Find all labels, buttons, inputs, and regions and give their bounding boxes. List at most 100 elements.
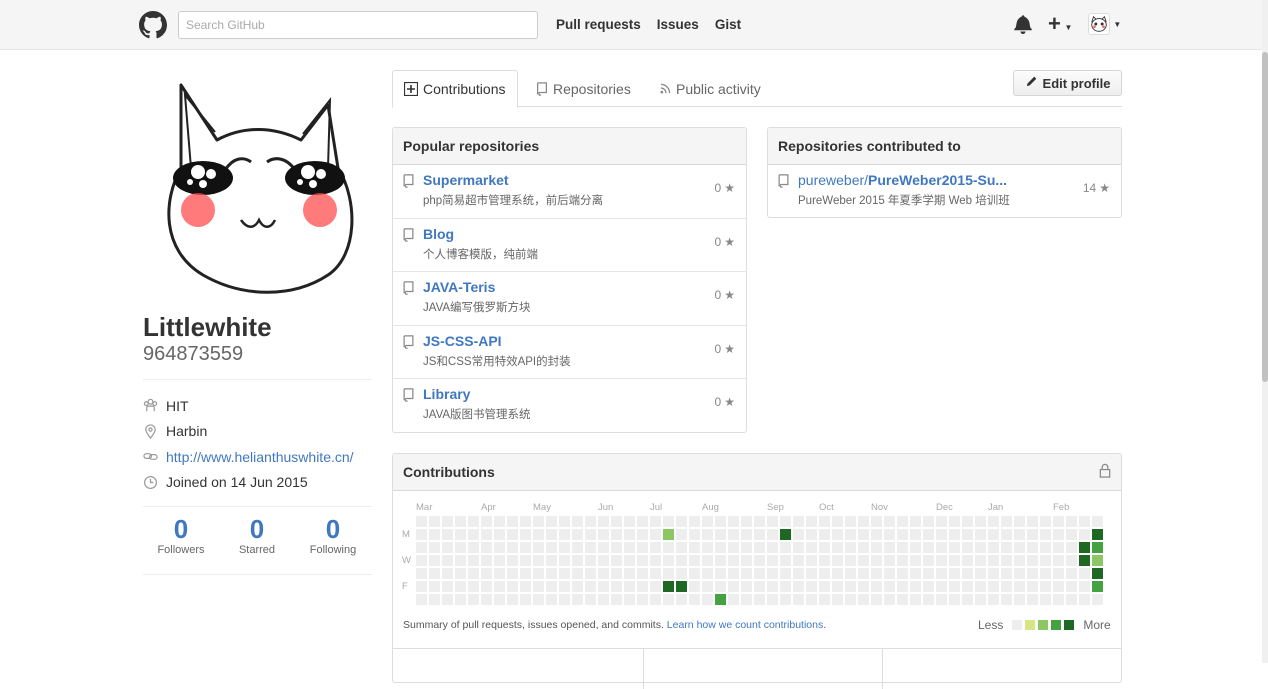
calendar-day-cell[interactable] xyxy=(1053,529,1064,540)
calendar-day-cell[interactable] xyxy=(728,516,739,527)
repo-name-link[interactable]: Library xyxy=(423,386,736,402)
calendar-day-cell[interactable] xyxy=(806,529,817,540)
calendar-day-cell[interactable] xyxy=(494,568,505,579)
calendar-day-cell[interactable] xyxy=(572,555,583,566)
calendar-day-cell[interactable] xyxy=(832,529,843,540)
calendar-day-cell[interactable] xyxy=(533,542,544,553)
calendar-day-cell[interactable] xyxy=(572,516,583,527)
calendar-day-cell[interactable] xyxy=(923,529,934,540)
calendar-day-cell[interactable] xyxy=(520,594,531,605)
calendar-day-cell[interactable] xyxy=(494,555,505,566)
calendar-day-cell[interactable] xyxy=(832,555,843,566)
calendar-day-cell[interactable] xyxy=(1053,516,1064,527)
calendar-day-cell[interactable] xyxy=(832,594,843,605)
calendar-day-cell[interactable] xyxy=(1092,542,1103,553)
calendar-day-cell[interactable] xyxy=(975,529,986,540)
calendar-day-cell[interactable] xyxy=(1014,581,1025,592)
calendar-day-cell[interactable] xyxy=(442,542,453,553)
calendar-day-cell[interactable] xyxy=(975,568,986,579)
calendar-day-cell[interactable] xyxy=(975,594,986,605)
calendar-day-cell[interactable] xyxy=(1079,555,1090,566)
calendar-day-cell[interactable] xyxy=(611,542,622,553)
calendar-day-cell[interactable] xyxy=(741,581,752,592)
scrollbar[interactable] xyxy=(1262,0,1268,663)
calendar-day-cell[interactable] xyxy=(962,594,973,605)
calendar-day-cell[interactable] xyxy=(468,555,479,566)
calendar-day-cell[interactable] xyxy=(793,555,804,566)
calendar-day-cell[interactable] xyxy=(494,516,505,527)
calendar-day-cell[interactable] xyxy=(676,542,687,553)
calendar-day-cell[interactable] xyxy=(754,594,765,605)
calendar-day-cell[interactable] xyxy=(702,568,713,579)
calendar-day-cell[interactable] xyxy=(572,568,583,579)
bell-icon[interactable] xyxy=(1014,14,1032,34)
calendar-day-cell[interactable] xyxy=(780,542,791,553)
calendar-day-cell[interactable] xyxy=(741,568,752,579)
calendar-day-cell[interactable] xyxy=(1001,594,1012,605)
calendar-day-cell[interactable] xyxy=(598,594,609,605)
calendar-day-cell[interactable] xyxy=(845,529,856,540)
calendar-day-cell[interactable] xyxy=(429,568,440,579)
calendar-day-cell[interactable] xyxy=(767,594,778,605)
calendar-day-cell[interactable] xyxy=(455,529,466,540)
calendar-day-cell[interactable] xyxy=(520,542,531,553)
calendar-day-cell[interactable] xyxy=(663,555,674,566)
calendar-day-cell[interactable] xyxy=(988,581,999,592)
create-new-button[interactable]: + ▼ xyxy=(1048,13,1072,35)
calendar-day-cell[interactable] xyxy=(663,581,674,592)
calendar-day-cell[interactable] xyxy=(923,555,934,566)
calendar-day-cell[interactable] xyxy=(832,516,843,527)
calendar-day-cell[interactable] xyxy=(975,516,986,527)
calendar-day-cell[interactable] xyxy=(884,542,895,553)
calendar-day-cell[interactable] xyxy=(1014,594,1025,605)
calendar-day-cell[interactable] xyxy=(650,594,661,605)
calendar-day-cell[interactable] xyxy=(1001,568,1012,579)
calendar-day-cell[interactable] xyxy=(832,568,843,579)
calendar-day-cell[interactable] xyxy=(910,581,921,592)
repo-name-link[interactable]: JAVA-Teris xyxy=(423,279,736,295)
repo-name-link[interactable]: Supermarket xyxy=(423,172,736,188)
calendar-day-cell[interactable] xyxy=(559,529,570,540)
calendar-day-cell[interactable] xyxy=(1040,542,1051,553)
calendar-day-cell[interactable] xyxy=(949,568,960,579)
calendar-day-cell[interactable] xyxy=(845,542,856,553)
calendar-day-cell[interactable] xyxy=(663,594,674,605)
calendar-day-cell[interactable] xyxy=(1092,529,1103,540)
calendar-day-cell[interactable] xyxy=(481,529,492,540)
calendar-day-cell[interactable] xyxy=(715,568,726,579)
calendar-day-cell[interactable] xyxy=(520,568,531,579)
calendar-day-cell[interactable] xyxy=(754,568,765,579)
calendar-day-cell[interactable] xyxy=(910,529,921,540)
tab-contributions[interactable]: Contributions xyxy=(392,70,518,108)
calendar-day-cell[interactable] xyxy=(507,568,518,579)
calendar-day-cell[interactable] xyxy=(936,542,947,553)
calendar-day-cell[interactable] xyxy=(1092,594,1103,605)
calendar-day-cell[interactable] xyxy=(468,542,479,553)
calendar-day-cell[interactable] xyxy=(1001,542,1012,553)
calendar-day-cell[interactable] xyxy=(884,581,895,592)
calendar-day-cell[interactable] xyxy=(988,516,999,527)
calendar-day-cell[interactable] xyxy=(962,555,973,566)
calendar-day-cell[interactable] xyxy=(455,516,466,527)
calendar-day-cell[interactable] xyxy=(624,555,635,566)
calendar-day-cell[interactable] xyxy=(559,542,570,553)
calendar-day-cell[interactable] xyxy=(663,568,674,579)
list-item[interactable]: Blog 个人博客模版，纯前端 0 ★ xyxy=(393,219,746,273)
calendar-day-cell[interactable] xyxy=(676,516,687,527)
calendar-day-cell[interactable] xyxy=(858,568,869,579)
calendar-day-cell[interactable] xyxy=(442,516,453,527)
edit-profile-button[interactable]: Edit profile xyxy=(1013,70,1122,96)
calendar-day-cell[interactable] xyxy=(494,581,505,592)
calendar-day-cell[interactable] xyxy=(429,581,440,592)
calendar-day-cell[interactable] xyxy=(884,568,895,579)
calendar-day-cell[interactable] xyxy=(819,542,830,553)
calendar-day-cell[interactable] xyxy=(689,542,700,553)
calendar-day-cell[interactable] xyxy=(1040,529,1051,540)
calendar-day-cell[interactable] xyxy=(689,581,700,592)
calendar-day-cell[interactable] xyxy=(910,555,921,566)
calendar-day-cell[interactable] xyxy=(689,516,700,527)
search-input[interactable] xyxy=(178,11,538,39)
calendar-day-cell[interactable] xyxy=(585,542,596,553)
calendar-day-cell[interactable] xyxy=(1027,542,1038,553)
calendar-day-cell[interactable] xyxy=(1001,529,1012,540)
